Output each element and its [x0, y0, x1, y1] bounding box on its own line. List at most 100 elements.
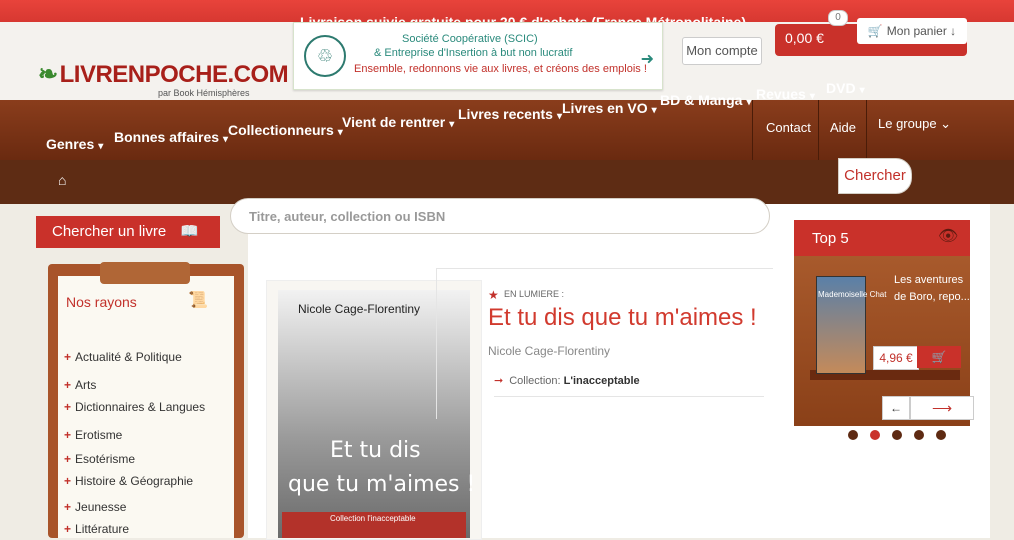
scic-seal-icon: ♲: [304, 35, 346, 77]
category-label: Esotérisme: [75, 452, 136, 466]
plus-icon: +: [64, 474, 72, 488]
top5-book-title[interactable]: Les aventures de Boro, repo...: [894, 272, 970, 306]
nav-livres-recents[interactable]: Livres recents ▾: [458, 106, 562, 122]
search-input[interactable]: Titre, auteur, collection ou ISBN: [230, 198, 770, 234]
plus-icon: +: [64, 500, 72, 514]
pagination-dot[interactable]: [892, 430, 902, 440]
nav-aide[interactable]: Aide: [830, 120, 856, 135]
nav-genres[interactable]: Genres ▾: [46, 136, 103, 152]
featured-collection[interactable]: ➞ Collection: L'inacceptable: [494, 374, 640, 387]
nav-dvd[interactable]: DVD ▾: [826, 80, 865, 96]
cart-icon: 🛒: [931, 350, 947, 364]
account-button[interactable]: Mon compte: [682, 37, 762, 65]
plus-icon: +: [64, 350, 72, 364]
cart-icon: 🛒: [867, 24, 883, 38]
leaf-icon: ❧: [38, 61, 58, 88]
nav-label: Livres en VO: [562, 100, 648, 116]
chevron-down-icon: ▾: [98, 141, 104, 152]
nav-label: Vient de rentrer: [342, 114, 446, 130]
top5-title: Top 5: [812, 230, 849, 247]
category-label: Dictionnaires & Langues: [75, 400, 206, 414]
chevron-down-icon: ▾: [746, 97, 752, 108]
plus-icon: +: [64, 452, 72, 466]
plus-icon: +: [64, 400, 72, 414]
home-icon[interactable]: ⌂: [58, 172, 66, 188]
scic-promo-banner[interactable]: ♲ Société Coopérative (SCIC) & Entrepris…: [293, 22, 663, 90]
category-item[interactable]: + Actualité & Politique: [64, 350, 182, 364]
nav-livres-en-vo[interactable]: Livres en VO ▾: [562, 100, 657, 116]
collection-label: Collection:: [509, 375, 561, 387]
category-item[interactable]: + Esotérisme: [64, 452, 135, 466]
nav-collectionneurs[interactable]: Collectionneurs ▾: [228, 122, 343, 138]
cover-title-line-1: Et tu dis: [330, 438, 421, 463]
top5-next-button[interactable]: ⟶: [910, 396, 974, 420]
nav-bonnes-affaires[interactable]: Bonnes affaires ▾: [114, 129, 228, 145]
nav-label: Le groupe: [878, 116, 937, 131]
category-item[interactable]: + Dictionnaires & Langues: [64, 400, 205, 414]
top5-title-line: Les aventures: [894, 274, 964, 286]
category-item[interactable]: + Arts: [64, 378, 96, 392]
logo-subtitle: par Book Hémisphères: [158, 88, 250, 98]
star-icon: ★: [488, 288, 499, 302]
cover-author: Nicole Cage-Florentiny: [298, 302, 421, 316]
nav-revues[interactable]: Revues ▾: [756, 86, 815, 102]
category-item[interactable]: + Littérature: [64, 522, 129, 536]
arrow-right-icon: ⟶: [931, 400, 953, 416]
category-item[interactable]: + Jeunesse: [64, 500, 126, 514]
arrow-left-icon: ←: [890, 401, 902, 415]
scroll-icon: 📜: [188, 292, 208, 309]
category-label: Erotisme: [75, 428, 123, 442]
clipboard-clip: [100, 262, 190, 284]
cart-total: 0,00 €: [785, 30, 824, 46]
pagination-dot[interactable]: [936, 430, 946, 440]
category-label: Littérature: [75, 522, 130, 536]
categories-title: Nos rayons: [66, 294, 137, 310]
nav-contact[interactable]: Contact: [766, 120, 811, 135]
top5-cover-title: Mademoiselle Chat: [818, 290, 887, 299]
nav-label: Bonnes affaires: [114, 129, 220, 145]
logo-text: LIVRENPOCHE.COM: [59, 61, 289, 88]
plus-icon: +: [64, 428, 72, 442]
arrow-down-icon: ↓: [946, 24, 957, 38]
category-label: Jeunesse: [75, 500, 127, 514]
book-icon: 📖: [180, 223, 199, 240]
featured-author[interactable]: Nicole Cage-Florentiny: [488, 344, 610, 358]
top5-prev-button[interactable]: ←: [882, 396, 910, 420]
cart-button-label: Mon panier: [886, 24, 947, 38]
search-button[interactable]: Chercher: [838, 158, 912, 194]
nav-bd-manga[interactable]: BD & Manga ▾: [660, 92, 751, 108]
pagination-dot[interactable]: [914, 430, 924, 440]
cart-count-badge: 0: [828, 10, 848, 26]
chevron-down-icon: ▾: [651, 105, 657, 116]
cover-collection: Collection l'inacceptable: [330, 514, 416, 523]
plus-icon: +: [64, 378, 72, 392]
site-logo[interactable]: ❧LIVRENPOCHE.COM: [38, 60, 289, 89]
top5-add-to-cart-button[interactable]: 🛒: [917, 346, 961, 368]
chevron-down-icon: ▾: [809, 91, 815, 102]
pagination-dot[interactable]: [848, 430, 858, 440]
nav-divider: [818, 100, 819, 160]
featured-title[interactable]: Et tu dis que tu m'aimes !: [488, 304, 757, 332]
eye-icon[interactable]: 👁: [938, 226, 958, 246]
chevron-down-icon: ▾: [449, 119, 455, 130]
nav-le-groupe[interactable]: Le groupe ⌄: [878, 116, 951, 132]
nav-label: Genres: [46, 136, 95, 152]
cover-title-line-2: que tu m'aimes !: [288, 472, 476, 497]
banner-line-2: & Entreprise d'Insertion à but non lucra…: [374, 47, 573, 59]
nav-vient-de-rentrer[interactable]: Vient de rentrer ▾: [342, 114, 454, 130]
pagination-dot[interactable]: [870, 430, 880, 440]
nav-label: Livres recents: [458, 106, 553, 122]
category-item[interactable]: + Histoire & Géographie: [64, 474, 193, 488]
nav-divider: [752, 100, 753, 160]
category-item[interactable]: + Erotisme: [64, 428, 122, 442]
cart-button[interactable]: 🛒 Mon panier ↓: [857, 18, 967, 44]
banner-line-1: Société Coopérative (SCIC): [402, 33, 538, 45]
arrow-right-icon: ➜: [640, 51, 654, 68]
spotlight-label: EN LUMIERE :: [504, 289, 565, 299]
chevron-down-icon: ▾: [859, 85, 865, 96]
category-label: Arts: [75, 378, 97, 392]
collection-name: L'inacceptable: [563, 375, 640, 387]
category-label: Histoire & Géographie: [75, 474, 194, 488]
search-book-label: Chercher un livre: [52, 223, 167, 240]
search-book-tab[interactable]: Chercher un livre 📖: [36, 216, 220, 248]
